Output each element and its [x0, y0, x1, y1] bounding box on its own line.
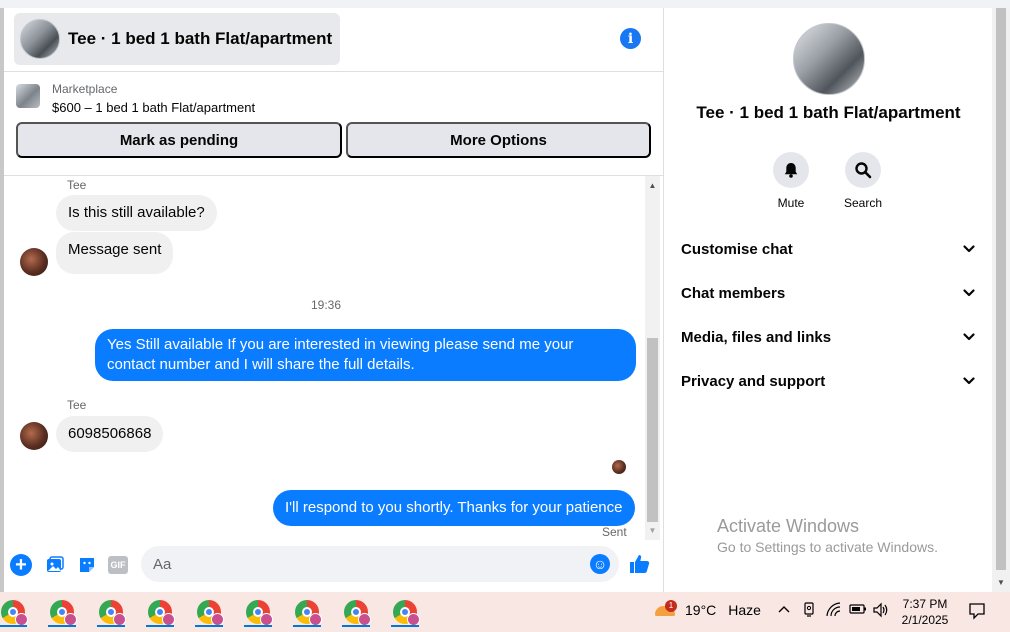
- bell-icon: [773, 152, 809, 188]
- page-scrollbar[interactable]: ▼: [992, 8, 1010, 592]
- chrome-icon: [197, 600, 224, 626]
- incoming-message[interactable]: Message sent: [56, 232, 174, 274]
- taskbar-chrome-app[interactable]: [241, 596, 275, 628]
- avatar[interactable]: [20, 422, 48, 450]
- section-label: Customise chat: [681, 240, 793, 258]
- scroll-thumb[interactable]: [647, 338, 658, 522]
- volume-icon[interactable]: [872, 602, 890, 621]
- delivery-status: Sent: [602, 525, 627, 539]
- outgoing-message[interactable]: Yes Still available If you are intereste…: [95, 329, 636, 381]
- wifi-icon[interactable]: [826, 602, 842, 621]
- top-strip: [0, 0, 1010, 8]
- chat-title: Tee · 1 bed 1 bath Flat/apartment: [68, 29, 333, 48]
- avatar[interactable]: [20, 248, 48, 276]
- page-scroll-down-arrow[interactable]: ▼: [992, 576, 1010, 590]
- gif-icon[interactable]: GIF: [108, 556, 128, 574]
- watermark-subtitle: Go to Settings to activate Windows.: [717, 539, 938, 555]
- section-label: Privacy and support: [681, 372, 826, 390]
- page-scroll-thumb[interactable]: [996, 8, 1006, 570]
- section-label: Media, files and links: [681, 328, 832, 346]
- weather-icon: 1: [655, 600, 677, 620]
- mark-as-pending-button[interactable]: Mark as pending: [16, 122, 342, 158]
- weather-alert-badge: 1: [665, 600, 677, 612]
- sticker-icon[interactable]: [76, 554, 98, 576]
- chevron-down-icon: [963, 377, 975, 385]
- weather-widget[interactable]: 1 19°C Haze: [655, 600, 761, 620]
- section-privacy-support[interactable]: Privacy and support: [665, 359, 992, 403]
- chat-header: Tee · 1 bed 1 bath Flat/apartment i: [4, 8, 664, 72]
- chat-title-button[interactable]: Tee · 1 bed 1 bath Flat/apartment: [14, 13, 341, 65]
- taskbar-chrome-app[interactable]: [290, 596, 324, 628]
- chevron-up-icon[interactable]: [776, 602, 792, 619]
- chrome-icon: [1, 600, 28, 626]
- marketplace-listing: Marketplace $600 – 1 bed 1 bath Flat/apa…: [4, 72, 664, 176]
- weather-condition: Haze: [728, 602, 761, 618]
- chrome-icon: [295, 600, 322, 626]
- chrome-icon: [246, 600, 273, 626]
- message-scrollbar[interactable]: ▲ ▼: [645, 176, 660, 540]
- incoming-message[interactable]: 6098506868: [56, 416, 164, 452]
- message-list: Tee Is this still available? Message sen…: [4, 176, 664, 540]
- composer: + GIF Aa ☺: [4, 540, 664, 592]
- chevron-down-icon: [963, 245, 975, 253]
- taskbar-chrome-app[interactable]: [94, 596, 128, 628]
- chrome-icon: [50, 600, 77, 626]
- scroll-down-arrow[interactable]: ▼: [645, 525, 660, 537]
- thumbs-up-icon[interactable]: [628, 552, 652, 576]
- search-button[interactable]: Search: [833, 152, 893, 210]
- temperature: 19°C: [685, 602, 717, 618]
- section-chat-members[interactable]: Chat members: [665, 271, 992, 315]
- section-label: Chat members: [681, 284, 786, 302]
- plus-icon[interactable]: +: [10, 554, 32, 576]
- chrome-icon: [393, 600, 420, 626]
- seen-avatar: [612, 460, 626, 474]
- listing-title[interactable]: $600 – 1 bed 1 bath Flat/apartment: [52, 100, 255, 115]
- chrome-icon: [99, 600, 126, 626]
- activate-windows-watermark: Activate Windows Go to Settings to activ…: [717, 516, 938, 555]
- device-icon[interactable]: [802, 602, 816, 621]
- mute-button[interactable]: Mute: [761, 152, 821, 210]
- taskbar-chrome-app[interactable]: [339, 596, 373, 628]
- listing-source: Marketplace: [52, 82, 118, 96]
- battery-icon[interactable]: [849, 602, 867, 619]
- chrome-icon: [148, 600, 175, 626]
- conversation-title: Tee · 1 bed 1 bath Flat/apartment: [696, 103, 961, 122]
- outgoing-message[interactable]: I'll respond to you shortly. Thanks for …: [273, 490, 635, 526]
- conversation-avatar[interactable]: [793, 23, 865, 95]
- section-customise-chat[interactable]: Customise chat: [665, 227, 992, 271]
- conversation-info-panel: Tee · 1 bed 1 bath Flat/apartment Mute S…: [665, 8, 992, 592]
- watermark-title: Activate Windows: [717, 516, 860, 536]
- taskbar: 1 19°C Haze 7:37 PM 2/1/2025: [0, 592, 1010, 632]
- chevron-down-icon: [963, 289, 975, 297]
- scroll-up-arrow[interactable]: ▲: [645, 180, 660, 192]
- taskbar-chrome-app[interactable]: [192, 596, 226, 628]
- mute-label: Mute: [777, 196, 805, 210]
- incoming-message[interactable]: Is this still available?: [56, 195, 217, 231]
- message-timestamp: 19:36: [311, 298, 342, 312]
- listing-photo: [20, 19, 60, 59]
- screen: Tee · 1 bed 1 bath Flat/apartment i Mark…: [0, 0, 1010, 632]
- taskbar-chrome-app[interactable]: [143, 596, 177, 628]
- taskbar-chrome-app[interactable]: [0, 596, 30, 628]
- listing-thumbnail[interactable]: [16, 84, 40, 108]
- clock-date: 2/1/2025: [901, 613, 949, 627]
- search-label: Search: [843, 196, 883, 210]
- sender-name: Tee: [67, 398, 87, 412]
- section-media-files-links[interactable]: Media, files and links: [665, 315, 992, 359]
- clock-time: 7:37 PM: [902, 597, 948, 611]
- chat-window: Tee · 1 bed 1 bath Flat/apartment i Mark…: [4, 8, 664, 592]
- chevron-down-icon: [963, 333, 975, 341]
- system-clock[interactable]: 7:37 PM 2/1/2025: [896, 596, 954, 628]
- taskbar-chrome-app[interactable]: [45, 596, 79, 628]
- search-icon: [845, 152, 881, 188]
- sender-name: Tee: [67, 178, 87, 192]
- taskbar-chrome-app[interactable]: [388, 596, 422, 628]
- chrome-icon: [344, 600, 371, 626]
- info-icon[interactable]: i: [620, 28, 641, 49]
- more-options-button[interactable]: More Options: [346, 122, 651, 158]
- notifications-icon[interactable]: [968, 602, 986, 620]
- photo-icon[interactable]: [44, 554, 66, 576]
- message-input[interactable]: Aa: [141, 546, 619, 582]
- emoji-icon[interactable]: ☺: [590, 554, 610, 574]
